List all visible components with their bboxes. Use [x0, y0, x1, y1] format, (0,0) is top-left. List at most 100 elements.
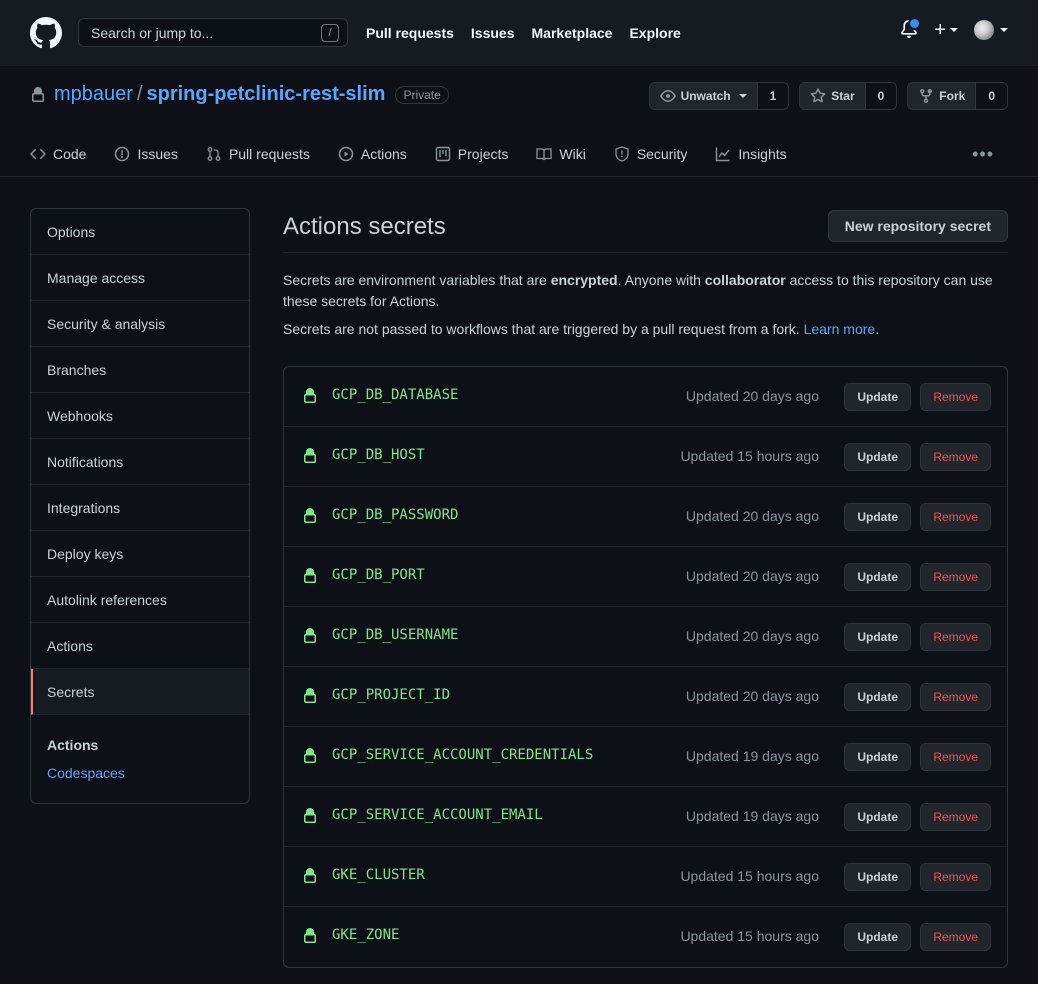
update-button[interactable]: Update [844, 923, 911, 951]
watch-count[interactable]: 1 [756, 83, 789, 109]
remove-button[interactable]: Remove [920, 803, 991, 831]
remove-button[interactable]: Remove [920, 683, 991, 711]
chevron-down-icon [950, 28, 958, 32]
sidebar-item-branches[interactable]: Branches [31, 347, 249, 393]
remove-button[interactable]: Remove [920, 743, 991, 771]
secret-updated: Updated 19 days ago [685, 808, 819, 824]
search-shortcut-key: / [321, 24, 339, 42]
secret-row: GCP_DB_USERNAME Updated 20 days ago Upda… [284, 607, 1007, 667]
update-button[interactable]: Update [844, 623, 911, 651]
lock-icon [304, 628, 316, 643]
update-button[interactable]: Update [844, 863, 911, 891]
secrets-main: Actions secrets New repository secret Se… [283, 208, 1008, 968]
header-actions: + [900, 17, 1008, 40]
sidebar-item-deploy-keys[interactable]: Deploy keys [31, 531, 249, 577]
learn-more-link[interactable]: Learn more [804, 321, 876, 337]
secrets-list: GCP_DB_DATABASE Updated 20 days ago Upda… [283, 366, 1008, 968]
fork-button[interactable]: Fork [908, 83, 976, 109]
lock-icon [304, 748, 316, 763]
secret-name: GCP_SERVICE_ACCOUNT_EMAIL [332, 807, 543, 823]
update-button[interactable]: Update [844, 803, 911, 831]
update-button[interactable]: Update [844, 563, 911, 591]
repo-actions: Unwatch 1 Star 0 Fork 0 [639, 82, 1008, 110]
repo-owner-link[interactable]: mpbauer [54, 83, 133, 106]
fork-notice-end: . [875, 321, 880, 337]
star-count[interactable]: 0 [864, 83, 897, 109]
create-new-button[interactable]: + [934, 20, 946, 40]
code-icon [30, 148, 46, 160]
sidebar-item-options[interactable]: Options [31, 209, 249, 255]
secret-row: GCP_SERVICE_ACCOUNT_EMAIL Updated 19 day… [284, 787, 1007, 847]
update-button[interactable]: Update [844, 443, 911, 471]
repo-name-link[interactable]: spring-petclinic-rest-slim [147, 83, 386, 106]
global-nav: Pull requests Issues Marketplace Explore [366, 0, 698, 66]
sidebar-item-actions[interactable]: Actions [31, 623, 249, 669]
remove-button[interactable]: Remove [920, 503, 991, 531]
lock-icon [32, 86, 44, 102]
desc-text-1: Secrets are environment variables that a… [283, 272, 551, 288]
chevron-down-icon [1000, 28, 1008, 32]
fork-notice: Secrets are not passed to workflows that… [283, 321, 1008, 337]
new-repository-secret-button[interactable]: New repository secret [827, 210, 1008, 242]
secret-name: GCP_DB_PASSWORD [332, 507, 459, 523]
nav-issues[interactable]: Issues [471, 25, 515, 41]
shield-icon [615, 146, 629, 162]
update-button[interactable]: Update [844, 743, 911, 771]
fork-count[interactable]: 0 [975, 83, 1007, 109]
star-button[interactable]: Star [800, 83, 865, 109]
search-input[interactable]: Search or jump to... / [78, 18, 348, 47]
star-icon [810, 88, 826, 103]
fork-button-group: Fork 0 [907, 82, 1008, 110]
nav-pull-requests[interactable]: Pull requests [366, 25, 454, 41]
update-button[interactable]: Update [844, 383, 911, 411]
notifications-button[interactable] [900, 17, 922, 40]
more-tabs-button[interactable]: ••• [972, 144, 994, 165]
tab-wiki[interactable]: Wiki [536, 146, 586, 162]
sidebar-item-manage-access[interactable]: Manage access [31, 255, 249, 301]
tab-insights[interactable]: Insights [715, 146, 787, 162]
tab-pull-requests[interactable]: Pull requests [206, 146, 310, 162]
tab-actions[interactable]: Actions [338, 146, 407, 162]
play-icon [338, 146, 354, 162]
tab-security[interactable]: Security [614, 146, 688, 162]
sidebar-item-autolink-references[interactable]: Autolink references [31, 577, 249, 623]
repository-header: mpbauer / spring-petclinic-rest-slim Pri… [0, 66, 1038, 177]
unread-indicator [908, 17, 922, 30]
nav-explore[interactable]: Explore [629, 25, 680, 41]
sidebar-item-secrets[interactable]: Secrets [31, 669, 249, 715]
book-icon [536, 148, 553, 161]
sidebar-link-codespaces[interactable]: Codespaces [47, 765, 233, 781]
settings-sidebar: Options Manage access Security & analysi… [30, 208, 250, 804]
tab-security-label: Security [636, 146, 688, 162]
remove-button[interactable]: Remove [920, 623, 991, 651]
update-button[interactable]: Update [844, 503, 911, 531]
secret-name: GCP_DB_HOST [332, 447, 425, 463]
unwatch-button[interactable]: Unwatch [649, 83, 757, 109]
sidebar-item-webhooks[interactable]: Webhooks [31, 393, 249, 439]
tab-projects[interactable]: Projects [435, 146, 508, 162]
remove-button[interactable]: Remove [920, 863, 991, 891]
remove-button[interactable]: Remove [920, 383, 991, 411]
sidebar-item-integrations[interactable]: Integrations [31, 485, 249, 531]
remove-button[interactable]: Remove [920, 923, 991, 951]
desc-bold-encrypted: encrypted [550, 272, 618, 288]
avatar[interactable] [974, 20, 994, 40]
sidebar-item-notifications[interactable]: Notifications [31, 439, 249, 485]
star-label: Star [831, 89, 855, 103]
desc-bold-collaborator: collaborator [704, 272, 786, 288]
nav-marketplace[interactable]: Marketplace [532, 25, 613, 41]
lock-icon [304, 808, 316, 823]
github-logo-icon[interactable] [30, 17, 62, 49]
sidebar-group-heading[interactable]: Actions [47, 737, 233, 753]
tab-actions-label: Actions [360, 146, 407, 162]
secret-name: GCP_DB_DATABASE [332, 387, 459, 403]
tab-code[interactable]: Code [30, 146, 86, 162]
update-button[interactable]: Update [844, 683, 911, 711]
remove-button[interactable]: Remove [920, 443, 991, 471]
secret-updated: Updated 20 days ago [685, 508, 819, 524]
secret-row: GKE_CLUSTER Updated 15 hours ago Update … [284, 847, 1007, 907]
tab-issues[interactable]: Issues [114, 146, 178, 162]
sidebar-item-security-analysis[interactable]: Security & analysis [31, 301, 249, 347]
project-icon [435, 146, 450, 162]
remove-button[interactable]: Remove [920, 563, 991, 591]
